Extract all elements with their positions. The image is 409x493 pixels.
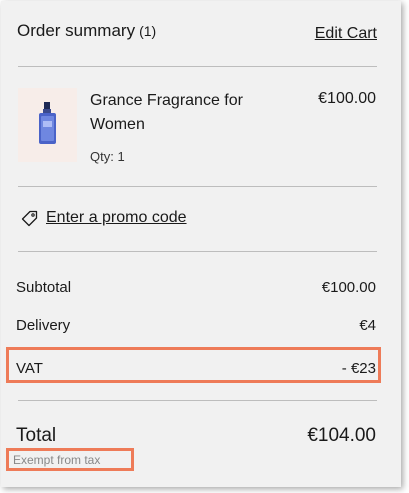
order-summary-heading: Order summary xyxy=(17,21,136,40)
item-name[interactable]: Grance Fragrance for Women xyxy=(90,89,275,137)
edit-cart-link[interactable]: Edit Cart xyxy=(315,25,377,43)
total-label: Total xyxy=(16,425,57,446)
subtotal-value: €100.00 xyxy=(321,279,376,296)
subtotal-label: Subtotal xyxy=(16,279,72,296)
product-thumbnail xyxy=(18,88,77,162)
tag-icon xyxy=(21,210,38,226)
item-price: €100.00 xyxy=(318,90,376,107)
order-summary-title: Order summary (1) xyxy=(17,21,156,41)
total-row: Total €104.00 xyxy=(16,425,376,447)
vat-value: - €23 xyxy=(341,360,376,377)
delivery-row: Delivery €4 xyxy=(16,317,376,334)
vat-label: VAT xyxy=(16,360,43,377)
order-summary-panel: Order summary (1) Edit Cart Grance Fragra… xyxy=(1,1,401,487)
divider xyxy=(18,186,377,187)
total-value: €104.00 xyxy=(307,425,376,446)
item-quantity: Qty: 1 xyxy=(90,149,125,164)
divider xyxy=(18,251,377,252)
perfume-bottle-image xyxy=(39,102,56,144)
delivery-value: €4 xyxy=(359,317,376,334)
divider xyxy=(18,400,377,401)
divider xyxy=(18,66,377,67)
promo-code-link[interactable]: Enter a promo code xyxy=(21,209,187,227)
tax-exempt-note: Exempt from tax xyxy=(13,453,101,467)
vat-row: VAT - €23 xyxy=(16,360,376,377)
delivery-label: Delivery xyxy=(16,317,71,334)
promo-code-label[interactable]: Enter a promo code xyxy=(46,209,187,227)
item-count: (1) xyxy=(139,23,157,39)
subtotal-row: Subtotal €100.00 xyxy=(16,279,376,296)
